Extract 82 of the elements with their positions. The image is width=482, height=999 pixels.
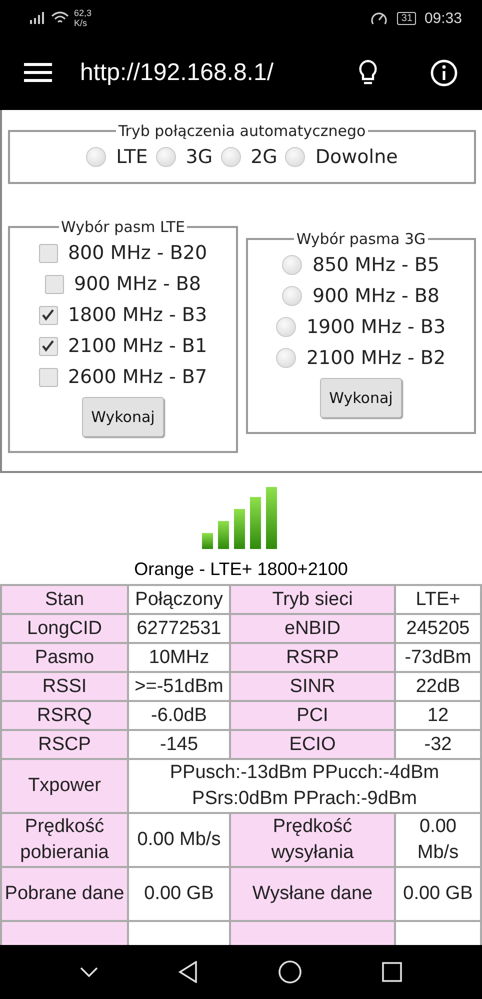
table-cell: -73dBm <box>395 643 481 672</box>
table-cell: >=-51dBm <box>128 672 230 701</box>
checkbox-label: 800 MHz - B20 <box>68 242 208 264</box>
recents-icon[interactable] <box>382 962 402 982</box>
radio-button[interactable] <box>282 286 302 306</box>
network-speed: 62,3 <box>74 8 92 18</box>
table-cell: 62772531 <box>128 614 230 643</box>
table-cell: PPusch:-13dBm PPucch:-4dBm PSrs:0dBm PPrach:-9dBm <box>128 759 481 813</box>
group-title: Wybór pasma 3G <box>295 230 427 248</box>
signal-icon <box>30 12 46 24</box>
radio-label: 1900 MHz - B3 <box>306 316 446 338</box>
radio-label: 2100 MHz - B2 <box>306 347 446 369</box>
radio-label: LTE <box>116 146 148 168</box>
checkbox[interactable] <box>38 244 58 262</box>
checkbox-label: 2600 MHz - B7 <box>68 366 208 388</box>
table-cell: 0.00 Mb/s <box>395 813 481 867</box>
table-cell: eNBID <box>230 614 395 643</box>
table-cell: SINR <box>230 672 395 701</box>
home-icon[interactable] <box>278 960 302 984</box>
group-title: Wybór pasm LTE <box>60 218 186 236</box>
network-caption: Orange - LTE+ 1800+2100 <box>133 559 349 580</box>
table-cell: -145 <box>128 730 230 759</box>
table-cell: PCI <box>230 701 395 730</box>
table-cell: Txpower <box>1 759 128 813</box>
clock: 09:33 <box>424 10 462 26</box>
radio-button[interactable] <box>282 255 302 275</box>
table-cell: 0.00 GB <box>128 867 230 921</box>
table-cell: 12 <box>395 701 481 730</box>
execute-button[interactable]: Wykonaj <box>82 397 164 437</box>
checkbox-label: 900 MHz - B8 <box>74 273 202 295</box>
radio-button[interactable] <box>276 348 296 368</box>
table-cell: 245205 <box>395 614 481 643</box>
checkbox-label: 2100 MHz - B1 <box>68 335 208 357</box>
table-cell: Prędkość wysyłania <box>230 813 395 867</box>
table-cell: Prędkość pobierania <box>1 813 128 867</box>
table-cell: RSRQ <box>1 701 128 730</box>
radio-label: 900 MHz - B8 <box>312 285 440 307</box>
checkbox[interactable] <box>44 274 64 294</box>
checkbox[interactable] <box>38 368 58 386</box>
checkbox[interactable] <box>38 306 58 324</box>
table-cell: 10MHz <box>128 643 230 672</box>
table-cell: LTE+ <box>395 585 481 614</box>
signal-strength-icon <box>202 487 280 549</box>
table-cell: RSRP <box>230 643 395 672</box>
table-cell: Pasmo <box>1 643 128 672</box>
menu-icon[interactable] <box>24 63 52 83</box>
checkbox-label: 1800 MHz - B3 <box>68 304 208 326</box>
back-icon[interactable] <box>178 961 198 983</box>
radio-button[interactable] <box>156 147 176 167</box>
radio-button[interactable] <box>220 147 241 167</box>
radio-label: Dowolne <box>315 146 398 168</box>
table-cell: -32 <box>395 730 481 759</box>
table-cell: RSSI <box>1 672 128 701</box>
table-cell: Stan <box>1 585 128 614</box>
radio-label: 2G <box>250 146 278 168</box>
info-icon[interactable] <box>430 59 458 87</box>
table-cell: Wysłane dane <box>230 867 395 921</box>
radio-label: 3G <box>186 146 213 168</box>
checkbox[interactable] <box>38 336 58 356</box>
table-cell: Połączony <box>128 585 230 614</box>
radio-button[interactable] <box>86 147 106 167</box>
radio-button[interactable] <box>276 317 296 337</box>
speedometer-icon <box>370 10 388 26</box>
radio-label: 850 MHz - B5 <box>312 254 440 276</box>
table-cell: LongCID <box>1 614 128 643</box>
table-cell: 0.00 Mb/s <box>128 813 230 867</box>
radio-button[interactable] <box>285 147 306 167</box>
table-cell: Pobrane dane <box>1 867 128 921</box>
table-cell: Tryb sieci <box>230 585 395 614</box>
table-cell: 22dB <box>395 672 481 701</box>
table-cell: 0.00 GB <box>395 867 481 921</box>
group-title: Tryb połączenia automatycznego <box>117 122 367 140</box>
network-speed-unit: K/s <box>74 18 88 28</box>
battery-indicator: 31 <box>397 12 416 24</box>
wifi-icon <box>51 11 69 25</box>
table-cell: RSCP <box>1 730 128 759</box>
lightbulb-icon[interactable] <box>358 59 378 87</box>
page-url: http://192.168.8.1/ <box>80 59 274 87</box>
table-cell: ECIO <box>230 730 395 759</box>
chevron-down-icon[interactable] <box>80 967 98 977</box>
table-cell: -6.0dB <box>128 701 230 730</box>
execute-button[interactable]: Wykonaj <box>320 378 402 418</box>
